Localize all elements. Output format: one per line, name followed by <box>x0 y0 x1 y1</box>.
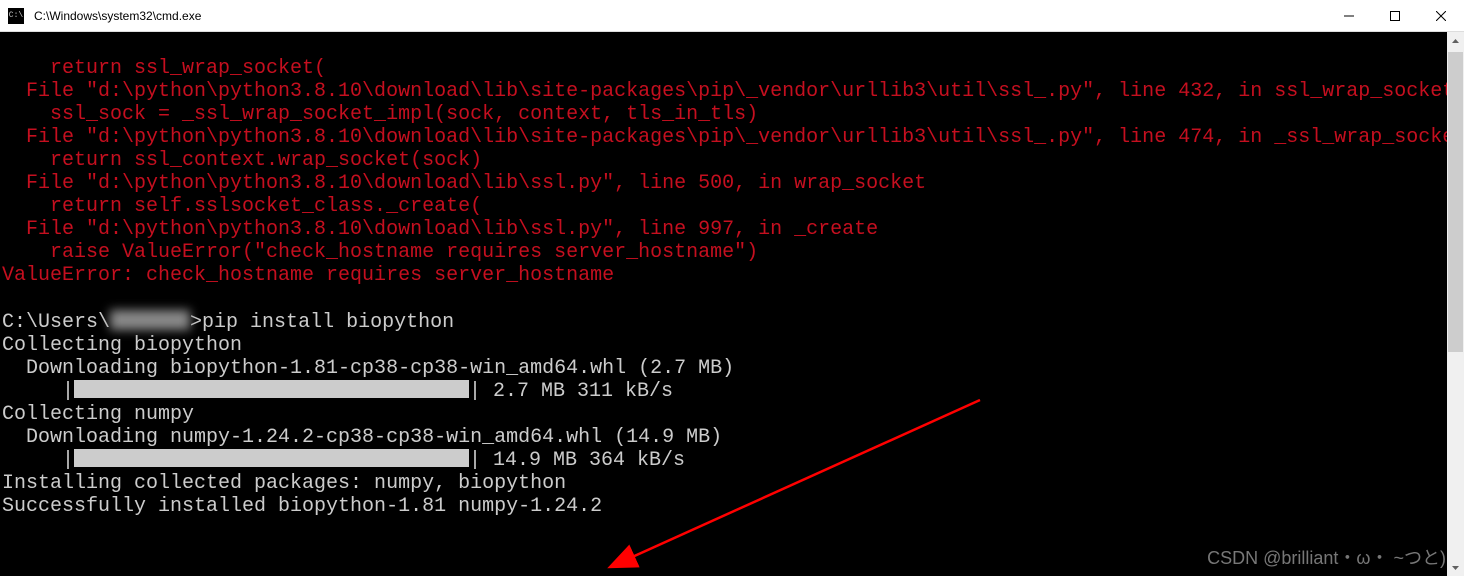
window-titlebar: C:\Windows\system32\cmd.exe <box>0 0 1464 32</box>
progress-suffix: | 2.7 MB 311 kB/s <box>469 380 673 403</box>
progress-prefix: | <box>2 449 74 472</box>
minimize-button[interactable] <box>1326 0 1372 31</box>
maximize-button[interactable] <box>1372 0 1418 31</box>
prompt-prefix: C:\Users\ <box>2 311 110 334</box>
scroll-down-button[interactable] <box>1447 559 1464 576</box>
prompt-suffix: > <box>190 311 202 334</box>
terminal-output[interactable]: return ssl_wrap_socket( File "d:\python\… <box>0 32 1464 518</box>
progress-suffix: | 14.9 MB 364 kB/s <box>469 449 685 472</box>
window-title: C:\Windows\system32\cmd.exe <box>32 9 1326 23</box>
command-text: pip install biopython <box>202 311 454 334</box>
traceback-line: return ssl_wrap_socket( <box>2 57 326 80</box>
csdn-watermark: CSDN @brilliant・ω・ ~つと) <box>1207 544 1446 570</box>
redacted-user <box>110 310 190 330</box>
traceback-line: File "d:\python\python3.8.10\download\li… <box>2 218 878 241</box>
scrollbar-thumb[interactable] <box>1448 52 1463 352</box>
output-line: Downloading numpy-1.24.2-cp38-cp38-win_a… <box>2 426 722 449</box>
cmd-icon <box>8 8 24 24</box>
output-line: Installing collected packages: numpy, bi… <box>2 472 566 495</box>
output-line: Successfully installed biopython-1.81 nu… <box>2 495 602 518</box>
traceback-line: ValueError: check_hostname requires serv… <box>2 264 614 287</box>
output-line: Collecting numpy <box>2 403 194 426</box>
traceback-line: File "d:\python\python3.8.10\download\li… <box>2 126 1464 149</box>
output-line: Downloading biopython-1.81-cp38-cp38-win… <box>2 357 734 380</box>
traceback-line: File "d:\python\python3.8.10\download\li… <box>2 172 926 195</box>
traceback-line: return ssl_context.wrap_socket(sock) <box>2 149 482 172</box>
close-button[interactable] <box>1418 0 1464 31</box>
traceback-line: return self.sslsocket_class._create( <box>2 195 482 218</box>
progress-bar <box>74 449 469 467</box>
progress-line: | | 2.7 MB 311 kB/s <box>2 380 673 403</box>
output-line: Collecting biopython <box>2 334 242 357</box>
progress-bar <box>74 380 469 398</box>
progress-line: | | 14.9 MB 364 kB/s <box>2 449 685 472</box>
traceback-line: raise ValueError("check_hostname require… <box>2 241 758 264</box>
traceback-line: ssl_sock = _ssl_wrap_socket_impl(sock, c… <box>2 103 758 126</box>
prompt-line: C:\Users\ >pip install biopython <box>2 311 454 334</box>
window-controls <box>1326 0 1464 31</box>
scroll-up-button[interactable] <box>1447 32 1464 49</box>
progress-prefix: | <box>2 380 74 403</box>
vertical-scrollbar[interactable] <box>1447 32 1464 576</box>
traceback-line: File "d:\python\python3.8.10\download\li… <box>2 80 1454 103</box>
